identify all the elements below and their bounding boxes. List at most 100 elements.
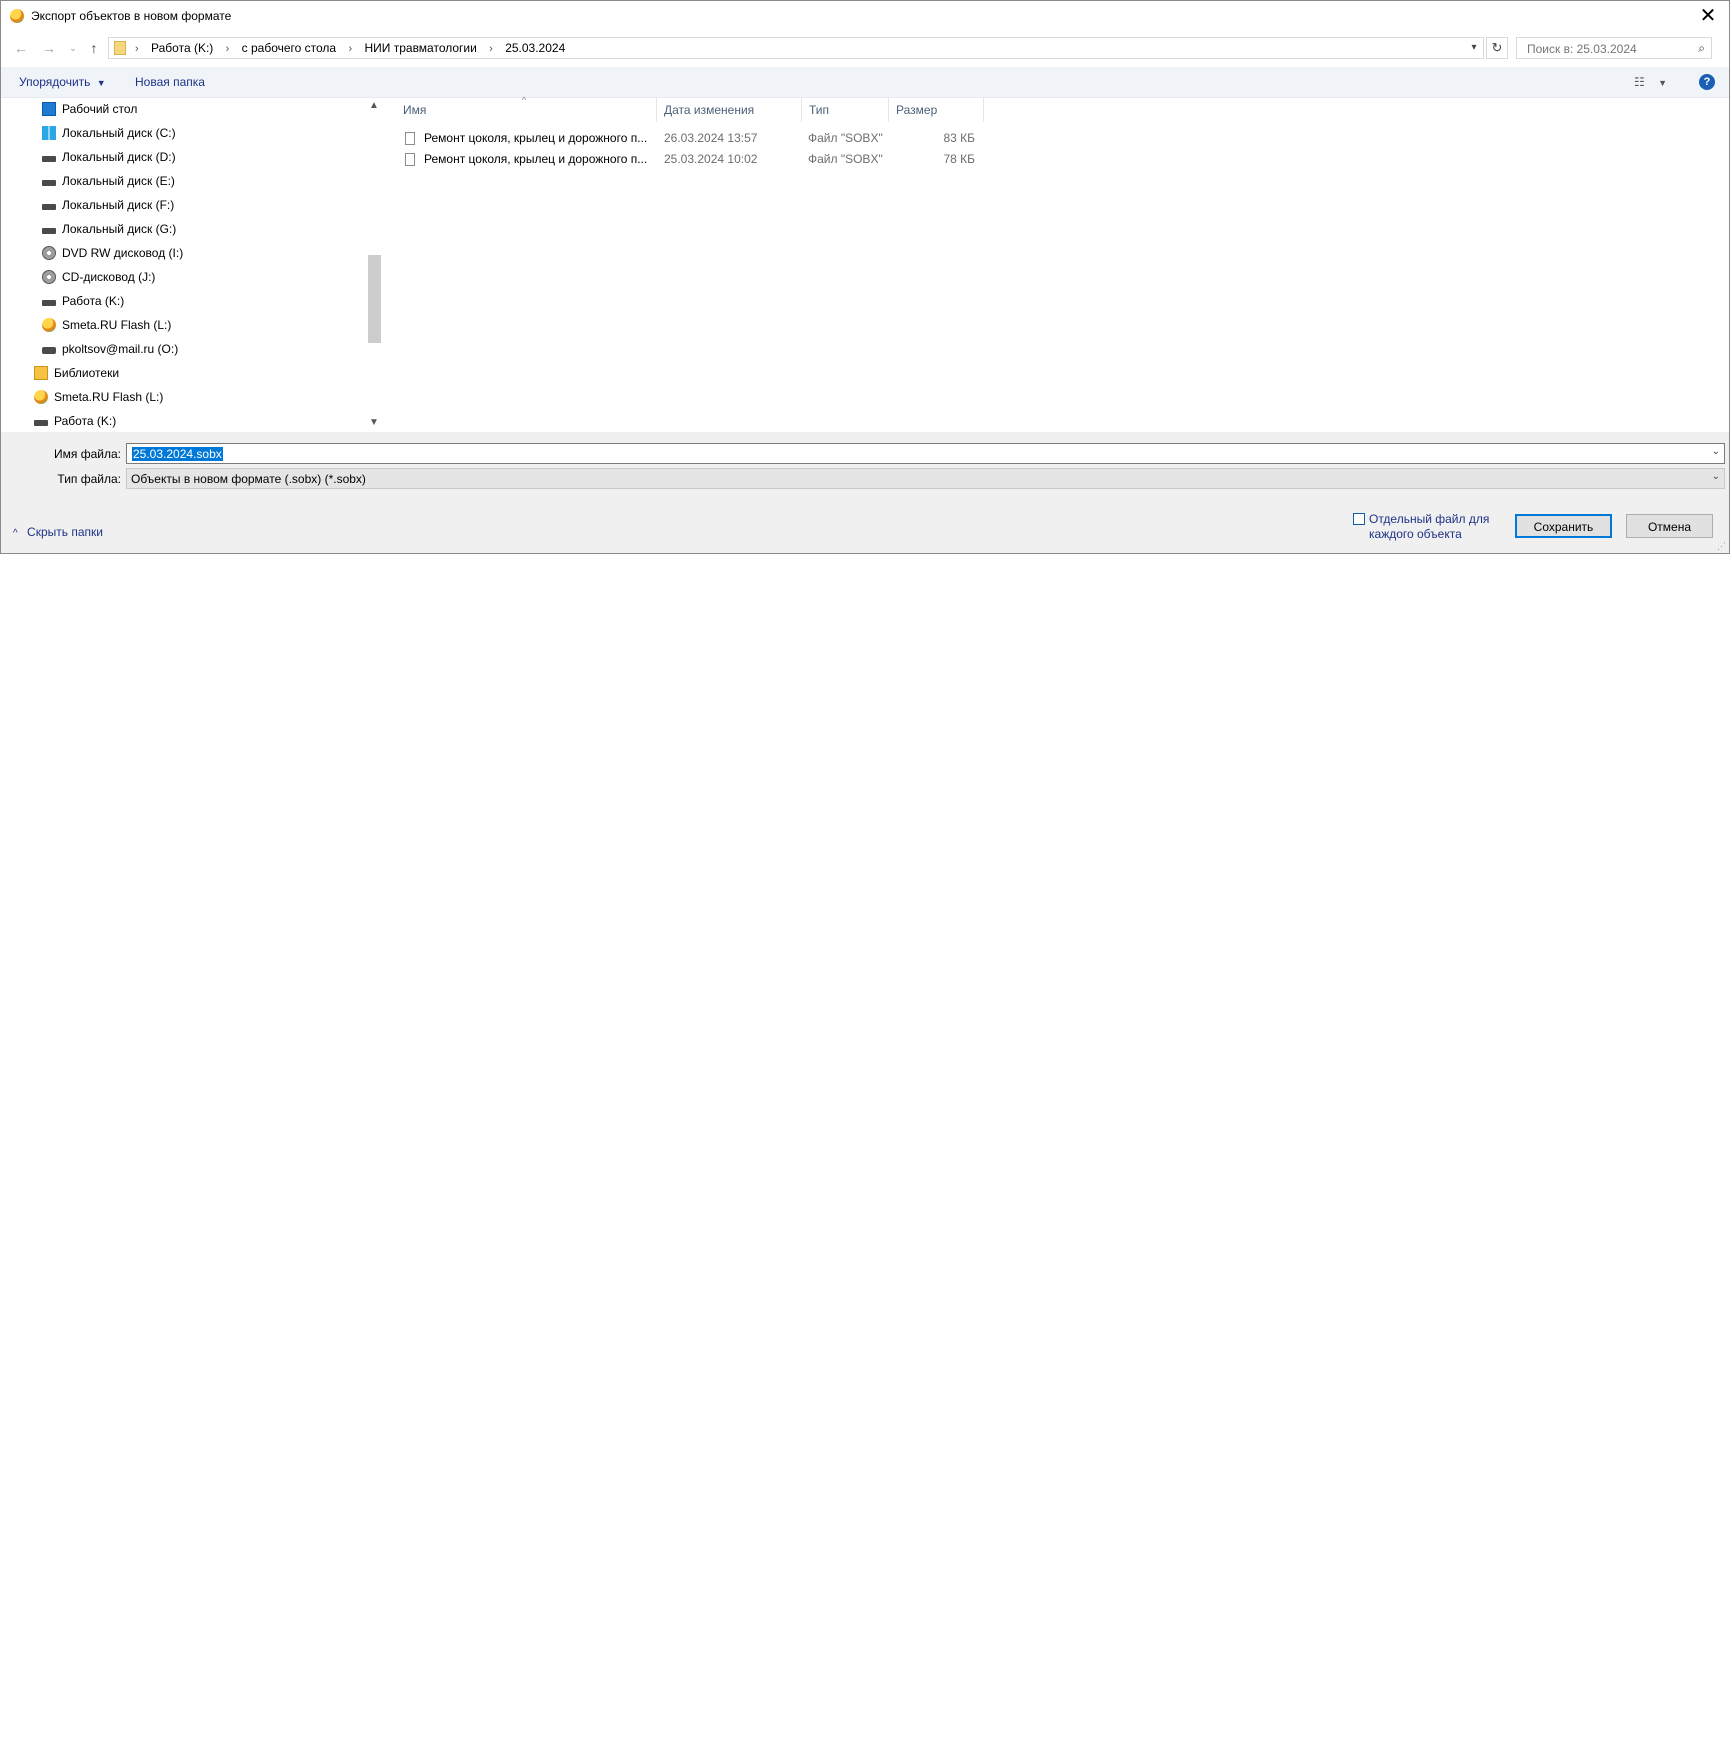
breadcrumb-chevron-icon: › (225, 43, 230, 55)
table-row[interactable]: Ремонт цоколя, крылец и дорожного п... 2… (383, 149, 1003, 170)
breadcrumb: › Работа (K:) › с рабочего стола › НИИ т… (131, 38, 565, 58)
organize-button[interactable]: Упорядочить ▼ (19, 75, 106, 89)
caret-down-icon: ▼ (1658, 78, 1668, 88)
sidebar-item-label: Smeta.RU Flash (L:) (62, 318, 172, 332)
sidebar-item-label: Рабочий стол (62, 102, 138, 116)
disc-drive-icon (42, 270, 56, 284)
file-size: 83 КБ (943, 131, 975, 145)
search-icon[interactable]: ⌕ (1698, 41, 1705, 56)
scroll-up-icon[interactable]: ▲ (366, 98, 382, 114)
save-options-panel: Имя файла: 25.03.2024.sobx ⌄ Тип файла: … (1, 432, 1729, 553)
sidebar-item-label: Библиотеки (54, 366, 120, 380)
network-drive-icon (42, 347, 56, 354)
chevron-up-icon: ^ (13, 528, 18, 539)
drive-icon (42, 228, 56, 234)
view-options-button[interactable]: ☷ ▼ (1634, 75, 1667, 89)
file-name: Ремонт цоколя, крылец и дорожного п... (424, 131, 648, 145)
file-list: ^ Имя Дата изменения Тип Размер Ремонт ц… (383, 95, 1729, 431)
refresh-icon[interactable]: ↻ (1486, 37, 1508, 59)
smeta-icon (34, 390, 48, 404)
window-title: Экспорт объектов в новом формате (31, 9, 232, 23)
file-name: Ремонт цоколя, крылец и дорожного п... (424, 152, 648, 166)
navigation-pane: Рабочий стол Локальный диск (C:) Локальн… (1, 98, 382, 431)
filename-field[interactable]: 25.03.2024.sobx ⌄ (126, 443, 1725, 464)
file-type: Файл "SOBX" (808, 152, 883, 166)
file-type: Файл "SOBX" (808, 131, 883, 145)
drive-icon (34, 420, 48, 426)
sidebar-item-label: Работа (K:) (62, 294, 125, 308)
column-header-size[interactable]: Размер (890, 98, 984, 122)
separate-file-label[interactable]: Отдельный файл для каждого объекта (1369, 512, 1499, 542)
file-size: 78 КБ (943, 152, 975, 166)
column-header-type[interactable]: Тип (803, 98, 889, 122)
smeta-icon (42, 318, 56, 332)
resize-grip-icon[interactable]: ⋰ (1717, 541, 1726, 552)
up-arrow-icon[interactable]: ↑ (85, 39, 103, 57)
export-dialog: Экспорт объектов в новом формате ✕ ← → ⌄… (0, 0, 1730, 554)
navigation-scrollbar[interactable]: ▲ ▼ (366, 98, 382, 431)
sidebar-item-label: Локальный диск (E:) (62, 174, 175, 188)
scroll-down-icon[interactable]: ▼ (366, 415, 382, 431)
separate-file-checkbox[interactable] (1353, 513, 1365, 525)
sidebar-item-label: Локальный диск (C:) (62, 126, 176, 140)
breadcrumb-item[interactable]: Работа (K:) (151, 38, 213, 58)
sidebar-item-label: Локальный диск (G:) (62, 222, 177, 236)
column-header-name[interactable]: Имя (383, 98, 657, 122)
table-row[interactable]: Ремонт цоколя, крылец и дорожного п... 2… (383, 128, 1003, 149)
breadcrumb-item[interactable]: 25.03.2024 (505, 38, 565, 58)
sidebar-item-label: Локальный диск (F:) (62, 198, 175, 212)
column-header-label: Дата изменения (664, 103, 755, 117)
sidebar-item-label: pkoltsov@mail.ru (O:) (62, 342, 179, 356)
breadcrumb-chevron-icon: › (489, 43, 493, 55)
help-icon[interactable]: ? (1699, 74, 1715, 90)
chevron-down-icon[interactable]: ⌄ (1712, 446, 1720, 457)
address-bar[interactable]: › Работа (K:) › с рабочего стола › НИИ т… (108, 37, 1484, 59)
save-button[interactable]: Сохранить (1515, 514, 1612, 538)
sidebar-item-label: Локальный диск (D:) (62, 150, 176, 164)
column-header-date[interactable]: Дата изменения (658, 98, 802, 122)
command-bar: Упорядочить ▼ Новая папка ☷ ▼ ? (1, 67, 1729, 98)
windows-drive-icon (42, 126, 56, 140)
drive-icon (42, 300, 56, 306)
cancel-button[interactable]: Отмена (1626, 514, 1713, 538)
chevron-down-icon[interactable]: ⌄ (1712, 471, 1720, 482)
breadcrumb-item[interactable]: НИИ травматологии (364, 38, 476, 58)
file-icon (405, 153, 415, 166)
drive-icon (42, 180, 56, 186)
scrollbar-thumb[interactable] (368, 255, 381, 343)
file-date: 25.03.2024 10:02 (664, 152, 758, 166)
hide-folders-button[interactable]: ^ Скрыть папки (13, 525, 103, 539)
address-dropdown-icon[interactable]: ▾ (1467, 40, 1481, 56)
filetype-label: Тип файла: (57, 472, 121, 486)
organize-label: Упорядочить (19, 75, 91, 89)
sidebar-item-label: CD-дисковод (J:) (62, 270, 156, 284)
file-icon (405, 132, 415, 145)
breadcrumb-item[interactable]: с рабочего стола (242, 38, 336, 58)
search-box[interactable]: ⌕ (1516, 37, 1712, 59)
details-view-icon: ☷ (1634, 75, 1645, 89)
filetype-value: Объекты в новом формате (.sobx) (*.sobx) (131, 472, 366, 486)
column-header-label: Имя (403, 103, 427, 117)
close-icon[interactable]: ✕ (1695, 3, 1721, 29)
column-header-label: Тип (809, 103, 830, 117)
file-date: 26.03.2024 13:57 (664, 131, 758, 145)
filename-label: Имя файла: (54, 447, 121, 461)
library-icon (34, 366, 48, 380)
recent-chevron-down-icon[interactable]: ⌄ (64, 39, 82, 57)
folder-icon (114, 41, 126, 55)
breadcrumb-chevron-icon: › (135, 43, 139, 55)
sidebar-item-label: DVD RW дисковод (I:) (62, 246, 184, 260)
search-input[interactable] (1525, 40, 1689, 58)
navigation-bar: ← → ⌄ ↑ › Работа (K:) › с рабочего стола… (1, 34, 1729, 64)
hide-folders-label: Скрыть папки (27, 525, 103, 539)
disc-drive-icon (42, 246, 56, 260)
sidebar-item-label: Smeta.RU Flash (L:) (54, 390, 164, 404)
smeta-app-icon (10, 9, 24, 23)
desktop-icon (42, 102, 56, 116)
back-arrow-icon[interactable]: ← (12, 39, 30, 57)
column-header-label: Размер (896, 103, 938, 117)
filename-value[interactable]: 25.03.2024.sobx (132, 447, 223, 461)
forward-arrow-icon[interactable]: → (40, 39, 58, 57)
filetype-select[interactable]: Объекты в новом формате (.sobx) (*.sobx)… (126, 468, 1725, 489)
new-folder-button[interactable]: Новая папка (135, 75, 205, 89)
